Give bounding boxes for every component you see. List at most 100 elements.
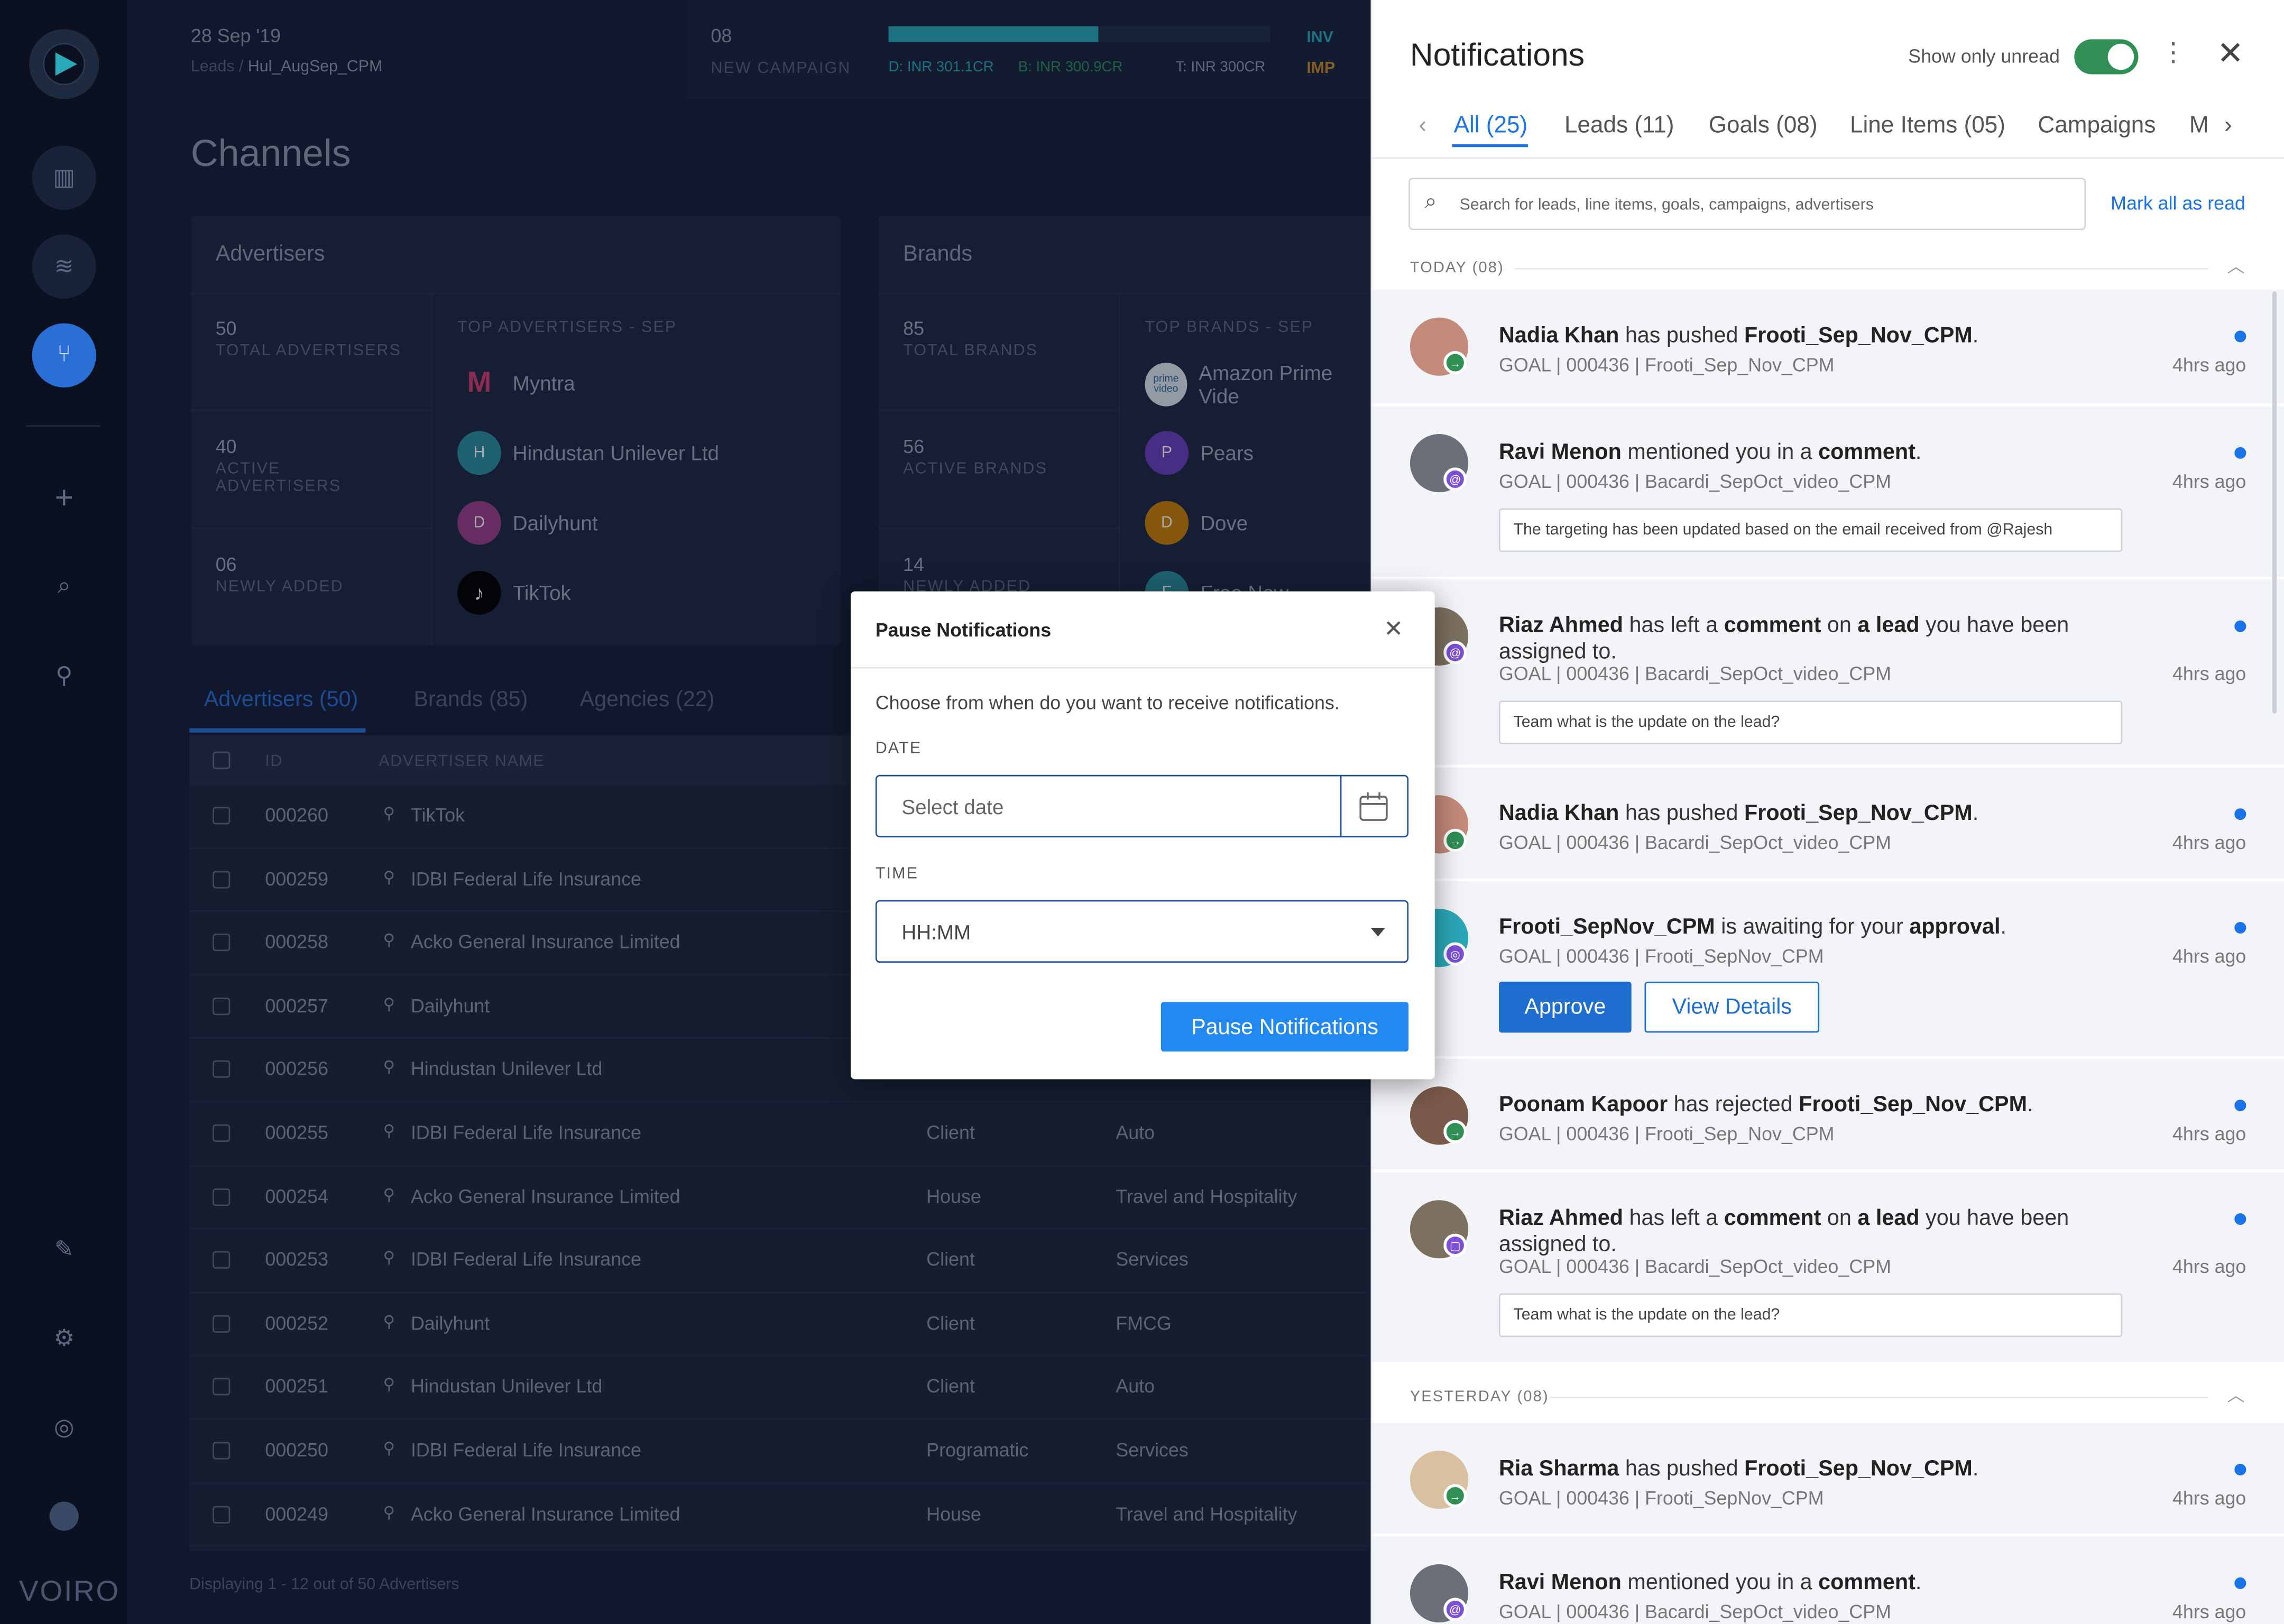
notification-title: Riaz Ahmed has left a comment on a lead … bbox=[1498, 1206, 2069, 1257]
notification-item[interactable]: ▢ Riaz Ahmed has left a comment on a lead… bbox=[1372, 1172, 2284, 1362]
notification-item[interactable]: @ Ravi Menon mentioned you in a comment. G… bbox=[1372, 406, 2284, 577]
notification-time: 4hrs ago bbox=[2172, 1600, 2246, 1623]
pin-icon[interactable]: ✎ bbox=[32, 1217, 96, 1281]
approve-button[interactable]: Approve bbox=[1498, 981, 1632, 1033]
show-unread-label: Show only unread bbox=[1908, 45, 2060, 67]
tab-line-items[interactable]: Line Items (05) bbox=[1850, 114, 2005, 140]
notification-title: Riaz Ahmed has left a comment on a lead … bbox=[1498, 613, 2069, 665]
tab-campaigns[interactable]: Campaigns bbox=[2038, 114, 2156, 140]
notification-item[interactable]: → Ria Sharma has pushed Frooti_Sep_Nov_CP… bbox=[1372, 1423, 2284, 1534]
activity-badge-icon: ◎ bbox=[1443, 942, 1467, 966]
unread-dot bbox=[2234, 921, 2246, 934]
comment-preview[interactable]: The targeting has been updated based on … bbox=[1498, 508, 2123, 552]
date-field[interactable]: Select date bbox=[875, 774, 1409, 838]
notification-subtitle: GOAL | 000436 | Bacardi_SepOct_video_CPM bbox=[1498, 470, 1891, 493]
search-icon[interactable]: ⌕ bbox=[32, 555, 96, 619]
notification-item[interactable]: → Nadia Khan has pushed Frooti_Sep_Nov_CP… bbox=[1372, 290, 2284, 404]
time-label: TIME bbox=[875, 865, 919, 883]
notification-item[interactable]: @ Ravi Menon mentioned you in a comment. G… bbox=[1372, 1536, 2284, 1624]
notification-actor[interactable]: Ravi Menon bbox=[1499, 440, 1622, 465]
pause-notifications-button[interactable]: Pause Notifications bbox=[1161, 1002, 1409, 1052]
notification-title: Nadia Khan has pushed Frooti_Sep_Nov_CPM… bbox=[1498, 801, 1979, 826]
notification-time: 4hrs ago bbox=[2172, 354, 2246, 376]
notification-actor[interactable]: Riaz Ahmed bbox=[1499, 1206, 1623, 1231]
notification-actor[interactable]: Ravi Menon bbox=[1499, 1570, 1622, 1595]
notification-subtitle: GOAL | 000436 | Frooti_SepNov_CPM bbox=[1498, 945, 1824, 967]
time-value: HH:MM bbox=[901, 920, 971, 944]
tab-leads[interactable]: Leads (11) bbox=[1564, 114, 1674, 140]
close-icon[interactable]: ✕ bbox=[1384, 615, 1403, 644]
modal-header: Pause Notifications ✕ bbox=[850, 592, 1435, 669]
notification-item[interactable]: → Nadia Khan has pushed Frooti_Sep_Nov_CP… bbox=[1372, 767, 2284, 879]
notification-time: 4hrs ago bbox=[2172, 470, 2246, 493]
tabs-prev-icon[interactable]: ‹ bbox=[1419, 114, 1426, 140]
add-icon[interactable]: + bbox=[32, 466, 96, 530]
notification-actor[interactable]: Riaz Ahmed bbox=[1499, 613, 1623, 638]
chevron-down-icon bbox=[1370, 927, 1386, 937]
logo-icon[interactable] bbox=[29, 29, 99, 99]
notification-actor[interactable]: Nadia Khan bbox=[1499, 324, 1619, 348]
brand-logo: VOIRO bbox=[19, 1576, 121, 1608]
unread-dot bbox=[2234, 447, 2246, 459]
unread-dot bbox=[2234, 620, 2246, 632]
rocket-icon[interactable]: ⚲ bbox=[32, 644, 96, 708]
collapse-today-icon[interactable]: ︿ bbox=[2227, 253, 2245, 278]
section-today: TODAY (08) bbox=[1410, 259, 1504, 277]
notification-title: Ria Sharma has pushed Frooti_Sep_Nov_CPM… bbox=[1498, 1456, 1979, 1481]
notification-time: 4hrs ago bbox=[2172, 1123, 2246, 1145]
notification-title: Nadia Khan has pushed Frooti_Sep_Nov_CPM… bbox=[1498, 323, 1979, 348]
activity-badge-icon: ▢ bbox=[1443, 1233, 1467, 1257]
comment-preview[interactable]: Team what is the update on the lead? bbox=[1498, 700, 2123, 744]
unread-dot bbox=[2234, 1463, 2246, 1475]
notification-time: 4hrs ago bbox=[2172, 662, 2246, 685]
unread-dot bbox=[2234, 1213, 2246, 1225]
date-label: DATE bbox=[875, 740, 922, 758]
close-icon[interactable]: ✕ bbox=[2217, 35, 2244, 73]
notification-time: 4hrs ago bbox=[2172, 832, 2246, 854]
comment-preview[interactable]: Team what is the update on the lead? bbox=[1498, 1293, 2123, 1337]
time-select[interactable]: HH:MM bbox=[875, 900, 1409, 963]
notification-title: Poonam Kapoor has rejected Frooti_Sep_No… bbox=[1498, 1092, 2033, 1118]
notification-time: 4hrs ago bbox=[2172, 1255, 2246, 1278]
notification-actor[interactable]: Poonam Kapoor bbox=[1499, 1092, 1668, 1117]
unread-dot bbox=[2234, 1577, 2246, 1589]
avatar[interactable] bbox=[32, 1484, 96, 1548]
sidebar: ▥ ≋ ⑂ + ⌕ ⚲ ✎ ⚙ ◎ VOIRO bbox=[0, 0, 127, 1624]
notification-subtitle: GOAL | 000436 | Frooti_Sep_Nov_CPM bbox=[1498, 354, 1835, 376]
calendar-icon[interactable] bbox=[1358, 791, 1390, 827]
show-unread-toggle[interactable] bbox=[2074, 39, 2139, 75]
panel-scrollbar[interactable] bbox=[2272, 291, 2277, 714]
modal-title: Pause Notifications bbox=[875, 619, 1052, 641]
notification-search[interactable]: ⌕ Search for leads, line items, goals, c… bbox=[1408, 178, 2086, 230]
notifications-panel: Notifications Show only unread ⋮ ✕ ‹ All… bbox=[1370, 0, 2284, 1624]
tab-all[interactable]: All (25) bbox=[1454, 114, 1528, 140]
view-details-button[interactable]: View Details bbox=[1644, 981, 1820, 1033]
notification-title: Ravi Menon mentioned you in a comment. bbox=[1498, 1570, 1922, 1595]
help-icon[interactable]: ◎ bbox=[32, 1395, 96, 1459]
notification-item[interactable]: → Poonam Kapoor has rejected Frooti_Sep_N… bbox=[1372, 1058, 2284, 1170]
notification-actor[interactable]: Frooti_SepNov_CPM bbox=[1499, 915, 1715, 939]
mark-all-read-link[interactable]: Mark all as read bbox=[2111, 192, 2245, 214]
notification-subtitle: GOAL | 000436 | Bacardi_SepOct_video_CPM bbox=[1498, 662, 1891, 685]
tab-more[interactable]: M bbox=[2189, 114, 2209, 140]
notification-item[interactable]: ◎ Frooti_SepNov_CPM is awaiting for your … bbox=[1372, 881, 2284, 1056]
tabs-next-icon[interactable]: › bbox=[2224, 114, 2232, 140]
notification-actor[interactable]: Nadia Khan bbox=[1499, 801, 1619, 826]
settings-icon[interactable]: ⚙ bbox=[32, 1306, 96, 1370]
notification-time: 4hrs ago bbox=[2172, 945, 2246, 967]
notification-subtitle: GOAL | 000436 | Bacardi_SepOct_video_CPM bbox=[1498, 1255, 1891, 1278]
channels-icon[interactable]: ⑂ bbox=[32, 323, 96, 387]
notification-subtitle: GOAL | 000436 | Bacardi_SepOct_video_CPM bbox=[1498, 832, 1891, 854]
activity-badge-icon: → bbox=[1443, 1120, 1467, 1143]
layers-icon[interactable]: ≋ bbox=[32, 234, 96, 299]
notification-actor[interactable]: Ria Sharma bbox=[1499, 1456, 1619, 1481]
search-placeholder: Search for leads, line items, goals, cam… bbox=[1459, 196, 1874, 214]
more-options-icon[interactable]: ⋮ bbox=[2160, 38, 2187, 69]
activity-badge-icon: @ bbox=[1443, 467, 1467, 491]
panel-title: Notifications bbox=[1410, 36, 1585, 73]
dashboard-icon[interactable]: ▥ bbox=[32, 145, 96, 210]
activity-badge-icon: → bbox=[1443, 1484, 1467, 1508]
collapse-yesterday-icon[interactable]: ︿ bbox=[2227, 1382, 2245, 1407]
notification-item[interactable]: @ Riaz Ahmed has left a comment on a lead… bbox=[1372, 579, 2284, 765]
tab-goals[interactable]: Goals (08) bbox=[1709, 114, 1818, 140]
